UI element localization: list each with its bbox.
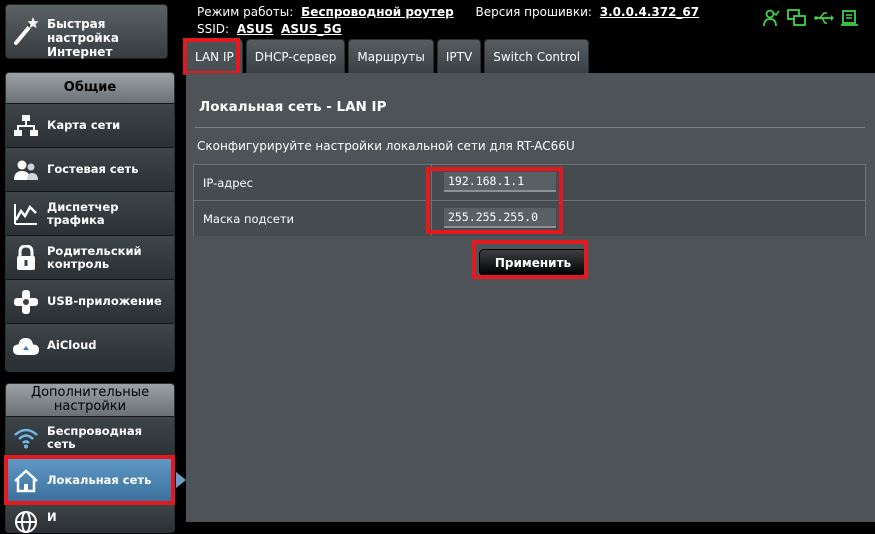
sidebar-item-usb-application[interactable]: USB-приложение	[6, 279, 174, 323]
tab-label: LAN IP	[195, 49, 234, 64]
quick-setup-label: Быстрая настройка Интернет	[47, 17, 119, 59]
lan-ip-form: IP-адрес Маска подсети	[193, 164, 866, 236]
guest-network-icon	[11, 155, 41, 185]
parental-control-icon	[11, 243, 41, 273]
windows-icon[interactable]	[787, 9, 807, 31]
sidebar-item-label: Родительский контроль	[47, 243, 142, 271]
tab-iptv[interactable]: IPTV	[436, 39, 482, 73]
subnet-mask-label: Маска подсети	[194, 201, 432, 236]
ip-address-input[interactable]	[444, 172, 556, 192]
sidebar-item-traffic-manager[interactable]: Диспетчер трафика	[6, 191, 174, 235]
operation-mode-label: Режим работы:	[197, 5, 294, 19]
magic-wand-icon	[12, 16, 40, 50]
sidebar-item-guest-network[interactable]: Гостевая сеть	[6, 147, 174, 191]
tab-lan-ip[interactable]: LAN IP	[186, 39, 243, 73]
header-ssid-line: SSID: ASUS ASUS_5G	[197, 22, 342, 36]
traffic-manager-icon	[11, 199, 41, 229]
tab-label: Маршруты	[357, 49, 425, 64]
sidebar-item-label: Гостевая сеть	[47, 162, 139, 176]
sidebar-item-network-map[interactable]: Карта сети	[6, 103, 174, 147]
firmware-label: Версия прошивки:	[475, 5, 592, 19]
ssid-value-5g: ASUS_5G	[281, 22, 342, 36]
advanced-group-title: Дополнительные настройки	[6, 384, 174, 416]
lan-tabs: LAN IP DHCP-сервер Маршруты IPTV Switch …	[186, 39, 590, 73]
quick-internet-setup-button[interactable]: Быстрая настройка Интернет	[5, 4, 168, 59]
lan-home-icon	[11, 466, 41, 496]
globe-icon	[11, 511, 41, 533]
subnet-mask-row: Маска подсети	[194, 201, 865, 236]
lan-ip-panel: Локальная сеть - LAN IP Сконфигурируйте …	[186, 73, 875, 522]
printer-icon[interactable]	[841, 9, 859, 31]
sidebar-item-label: Беспроводная сеть	[47, 423, 143, 451]
tab-routes[interactable]: Маршруты	[348, 39, 434, 73]
title-divider	[195, 127, 865, 128]
operation-mode-link[interactable]: Беспроводной роутер	[301, 5, 454, 19]
sidebar-item-label: AiCloud	[47, 338, 97, 352]
tab-switch-control[interactable]: Switch Control	[484, 39, 590, 73]
ip-address-label: IP-адрес	[194, 165, 432, 200]
usb-status-icon[interactable]	[814, 9, 834, 31]
advanced-menu-group: Дополнительные настройки Беспроводная се…	[5, 383, 175, 533]
sidebar-item-label: Диспетчер трафика	[47, 199, 119, 227]
header-status-line: Режим работы: Беспроводной роутер Версия…	[197, 5, 699, 19]
status-icons	[762, 9, 859, 31]
ssid-label: SSID:	[197, 22, 230, 36]
tab-label: Switch Control	[493, 49, 581, 64]
sidebar-item-label: USB-приложение	[47, 294, 162, 308]
tab-dhcp-server[interactable]: DHCP-сервер	[245, 39, 346, 73]
general-group-title: Общие	[6, 73, 174, 103]
firmware-version-link[interactable]: 3.0.0.4.372_67	[600, 5, 699, 19]
tab-label: DHCP-сервер	[254, 49, 337, 64]
wireless-icon	[11, 423, 41, 453]
ssid-value-2g: ASUS	[236, 22, 274, 36]
apply-button[interactable]: Применить	[479, 249, 587, 276]
sidebar-item-wireless[interactable]: Беспроводная сеть	[6, 416, 174, 458]
aicloud-icon	[11, 331, 41, 361]
page-description: Сконфигурируйте настройки локальной сети…	[197, 139, 575, 153]
sidebar-item-lan[interactable]: Локальная сеть	[6, 458, 174, 502]
ip-address-row: IP-адрес	[194, 165, 865, 201]
subnet-mask-input[interactable]	[444, 208, 556, 228]
network-map-icon	[11, 111, 41, 141]
sidebar-item-aicloud[interactable]: AiCloud	[6, 323, 174, 367]
tab-label: IPTV	[445, 49, 473, 64]
usb-application-icon	[11, 287, 41, 317]
sidebar-item-label: Карта сети	[47, 118, 121, 132]
sidebar-item-internet[interactable]: И	[6, 502, 174, 533]
active-item-arrow	[176, 472, 186, 488]
sidebar-item-label: И	[47, 510, 57, 524]
page-title: Локальная сеть - LAN IP	[199, 99, 387, 115]
general-menu-group: Общие Карта сети Гостевая сеть Диспетчер…	[5, 72, 175, 372]
user-icon[interactable]	[762, 9, 780, 31]
sidebar-item-parental-control[interactable]: Родительский контроль	[6, 235, 174, 279]
sidebar-item-label: Локальная сеть	[47, 473, 152, 487]
